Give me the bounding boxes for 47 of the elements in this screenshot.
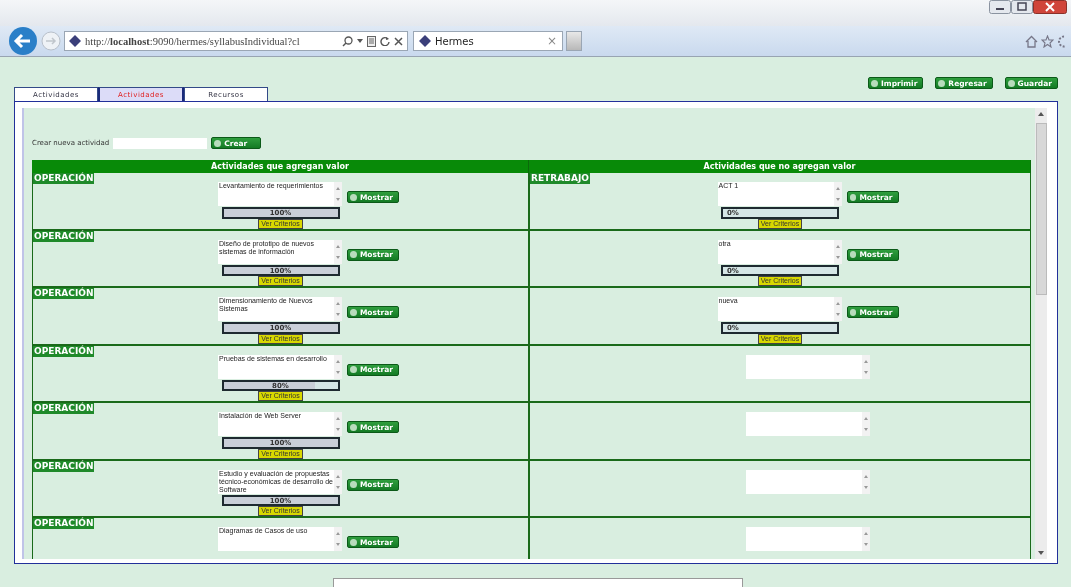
scroll-arrows-icon — [833, 182, 842, 206]
scroll-arrows-icon — [833, 239, 842, 264]
activity-name-field[interactable] — [113, 137, 208, 149]
back-icon[interactable] — [8, 26, 38, 56]
category-label: OPERACIÓN — [33, 345, 95, 357]
scroll-thumb[interactable] — [1035, 122, 1047, 295]
category-label: RETRABAJO — [530, 173, 590, 184]
category-label: OPERACIÓN — [33, 230, 95, 242]
stop-icon[interactable] — [394, 36, 403, 46]
url-text: http://localhost:9090/hermes/syllabusIndividual?cl — [85, 35, 301, 47]
site-icon — [69, 35, 81, 47]
refresh-icon[interactable] — [380, 36, 390, 46]
scroll-arrows-icon — [862, 412, 870, 436]
scroll-arrows-icon — [334, 412, 342, 436]
address-bar[interactable]: http://localhost:9090/hermes/syllabusIndividual?cl — [64, 31, 408, 51]
category-label: OPERACIÓN — [33, 403, 95, 414]
search-icon[interactable] — [342, 35, 353, 47]
category-label: OPERACIÓN — [33, 460, 95, 472]
column-header: Actividades que no agregan valor — [529, 160, 1031, 173]
document-icon[interactable] — [367, 35, 376, 47]
close-icon[interactable] — [1033, 0, 1067, 14]
scroll-down-icon[interactable] — [1038, 551, 1044, 555]
scrollbar[interactable] — [1035, 108, 1047, 559]
home-icon[interactable] — [1025, 34, 1038, 48]
scroll-arrows-icon — [862, 527, 870, 551]
category-label: OPERACIÓN — [33, 288, 95, 299]
scroll-up-icon[interactable] — [1038, 112, 1044, 116]
scroll-arrows-icon — [862, 469, 870, 494]
scroll-arrows-icon — [334, 469, 342, 494]
new-tab-button[interactable] — [566, 31, 582, 51]
scroll-arrows-icon — [862, 354, 870, 379]
maximize-icon[interactable] — [1011, 0, 1033, 14]
scroll-arrows-icon — [833, 297, 842, 321]
dropdown-icon[interactable] — [357, 39, 363, 43]
minimize-icon[interactable] — [989, 0, 1011, 14]
star-icon[interactable] — [1041, 34, 1054, 48]
category-label: OPERACIÓN — [33, 173, 95, 184]
scroll-arrows-icon — [334, 182, 342, 206]
tab-close-button[interactable]: × — [546, 34, 557, 48]
browser-tab[interactable]: Hermes × — [413, 31, 563, 51]
site-icon — [419, 35, 431, 47]
scroll-arrows-icon — [334, 239, 342, 264]
scroll-arrows-icon — [334, 297, 342, 321]
column-header: Actividades que agregan valor — [32, 160, 529, 173]
category-label: OPERACIÓN — [33, 518, 95, 529]
scroll-arrows-icon — [334, 527, 342, 551]
scroll-arrows-icon — [334, 354, 342, 379]
